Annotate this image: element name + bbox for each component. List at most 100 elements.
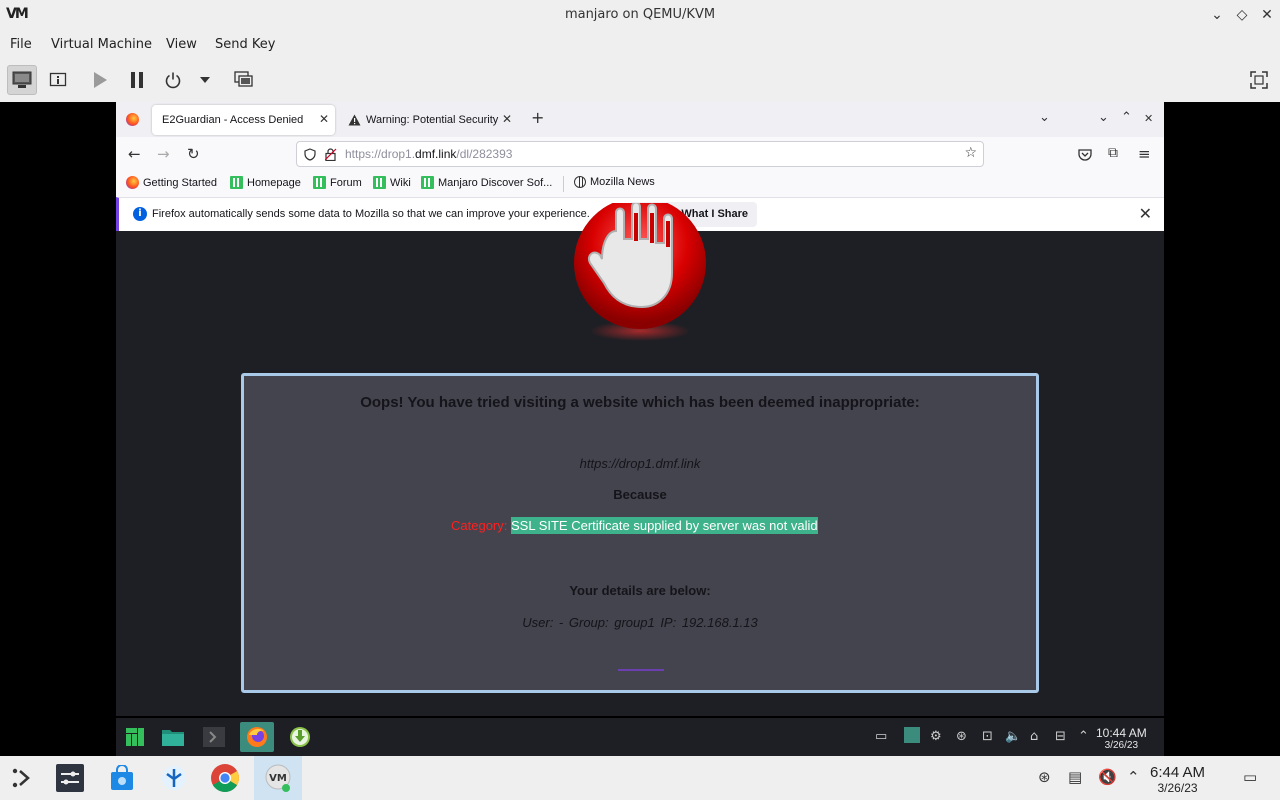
bookmark-forum[interactable]: Forum bbox=[313, 176, 362, 189]
tracking-shield-icon[interactable] bbox=[304, 148, 316, 161]
ff-close-icon[interactable]: ✕ bbox=[1144, 112, 1153, 125]
bookmark-star-icon[interactable]: ☆ bbox=[964, 145, 977, 161]
ff-minimize-icon[interactable]: ⌄ bbox=[1098, 110, 1109, 125]
system-settings-button[interactable] bbox=[54, 762, 86, 794]
url-text: https://drop1.dmf.link/dl/282393 bbox=[345, 147, 513, 161]
download-icon bbox=[290, 727, 310, 747]
host-menubar: File Virtual Machine View Send Key bbox=[0, 30, 1280, 58]
tab-access-denied[interactable]: E2Guardian - Access Denied ✕ bbox=[152, 105, 335, 135]
host-time: 6:44 AM bbox=[1150, 764, 1206, 781]
manjaro-icon bbox=[421, 176, 434, 189]
terminal-icon bbox=[203, 727, 225, 747]
tab-close-icon[interactable]: ✕ bbox=[502, 112, 512, 126]
updates-icon[interactable]: ⊛ bbox=[1038, 768, 1051, 786]
firefox-icon bbox=[247, 727, 267, 747]
tray-expand-icon[interactable]: ⌃ bbox=[1078, 729, 1089, 744]
lock-warning-icon[interactable] bbox=[325, 148, 337, 161]
app-icon bbox=[162, 766, 186, 790]
manjaro-icon bbox=[313, 176, 326, 189]
reload-icon[interactable]: ↻ bbox=[187, 145, 200, 163]
url-bar[interactable]: https://drop1.dmf.link/dl/282393 ☆ bbox=[296, 141, 984, 167]
folder-icon bbox=[162, 730, 184, 746]
volume-icon[interactable]: 🔈 bbox=[1005, 729, 1021, 744]
new-tab-icon[interactable]: + bbox=[531, 108, 544, 127]
terminal-button[interactable] bbox=[197, 722, 231, 752]
usb-device-icon[interactable]: ⌂ bbox=[1030, 729, 1038, 744]
bookmark-wiki[interactable]: Wiki bbox=[373, 176, 411, 189]
minimize-icon[interactable]: ⌄ bbox=[1206, 4, 1228, 26]
update-manager-button[interactable] bbox=[283, 722, 317, 752]
bookmark-mozilla-news[interactable]: Mozilla News bbox=[574, 176, 655, 188]
manjaro-icon bbox=[126, 728, 144, 746]
chrome-button[interactable] bbox=[209, 762, 241, 794]
manjaro-menu-button[interactable] bbox=[118, 722, 152, 752]
host-clock[interactable]: 6:44 AM 3/26/23 bbox=[1150, 764, 1205, 795]
close-icon[interactable]: ✕ bbox=[1256, 4, 1278, 26]
manjaro-icon bbox=[230, 176, 243, 189]
maximize-icon[interactable]: ◇ bbox=[1231, 4, 1253, 26]
info-icon bbox=[49, 72, 67, 87]
extensions-icon[interactable]: ⧉ bbox=[1108, 145, 1118, 161]
access-denied-panel: Oops! You have tried visiting a website … bbox=[241, 373, 1039, 693]
tray-expand-icon[interactable]: ⌃ bbox=[1127, 768, 1140, 786]
show-desktop-icon[interactable]: ▭ bbox=[875, 729, 887, 744]
bookmark-manjaro-discover[interactable]: Manjaro Discover Sof... bbox=[421, 176, 552, 189]
discover-button[interactable] bbox=[106, 762, 138, 794]
shutdown-button[interactable] bbox=[158, 65, 188, 95]
denied-heading: Oops! You have tried visiting a website … bbox=[360, 394, 920, 411]
notification-close-icon[interactable]: ✕ bbox=[1139, 204, 1152, 223]
menu-view[interactable]: View bbox=[166, 37, 197, 52]
guest-clock[interactable]: 10:44 AM 3/26/23 bbox=[1096, 726, 1147, 751]
clipboard-icon[interactable]: ▤ bbox=[1068, 768, 1082, 786]
ff-maximize-icon[interactable]: ⌃ bbox=[1121, 110, 1132, 125]
manjaro-icon bbox=[373, 176, 386, 189]
play-icon bbox=[94, 72, 107, 88]
pause-button[interactable] bbox=[122, 65, 152, 95]
tab-close-icon[interactable]: ✕ bbox=[319, 112, 329, 126]
volume-muted-icon[interactable]: 🔇 bbox=[1098, 768, 1117, 786]
guest-time: 10:44 AM bbox=[1096, 726, 1147, 740]
snapshots-button[interactable] bbox=[229, 65, 259, 95]
console-view-button[interactable] bbox=[7, 65, 37, 95]
back-icon[interactable]: ← bbox=[128, 145, 141, 163]
block-reason[interactable]: Category: SSL SITE Certificate supplied … bbox=[451, 517, 818, 534]
show-desktop-icon[interactable]: ▭ bbox=[1243, 768, 1257, 786]
pocket-icon[interactable] bbox=[1078, 148, 1092, 162]
update-notifier-icon[interactable]: ⊛ bbox=[956, 729, 967, 744]
window-title: manjaro on QEMU/KVM bbox=[564, 7, 716, 22]
host-date: 3/26/23 bbox=[1157, 781, 1198, 795]
chrome-icon bbox=[211, 764, 239, 792]
app-menu-icon[interactable]: ≡ bbox=[1138, 145, 1151, 163]
blocked-url: https://drop1.dmf.link bbox=[579, 456, 701, 471]
notification-text: Firefox automatically sends some data to… bbox=[152, 208, 590, 220]
app-launcher-button[interactable] bbox=[6, 762, 38, 794]
run-button[interactable] bbox=[85, 65, 115, 95]
details-view-button[interactable] bbox=[43, 65, 73, 95]
file-manager-button[interactable] bbox=[156, 722, 190, 752]
clipboard-icon[interactable] bbox=[903, 726, 921, 748]
tab-security-warning[interactable]: Warning: Potential Security ✕ bbox=[338, 105, 518, 135]
fullscreen-button[interactable] bbox=[1244, 65, 1274, 95]
console-icon[interactable]: ⊡ bbox=[982, 729, 993, 744]
menu-file[interactable]: File bbox=[10, 37, 32, 52]
fullscreen-icon bbox=[1250, 71, 1268, 89]
panel-link[interactable] bbox=[618, 669, 664, 671]
firefox-taskbar-button[interactable] bbox=[240, 722, 274, 752]
power-icon bbox=[165, 72, 181, 89]
store-bag-icon bbox=[111, 765, 133, 790]
network-icon[interactable]: ⊟ bbox=[1055, 729, 1066, 744]
category-label: Category: bbox=[451, 518, 508, 533]
list-tabs-icon[interactable]: ⌄ bbox=[1039, 110, 1050, 125]
firefox-view-icon[interactable] bbox=[126, 113, 139, 126]
app-button[interactable] bbox=[158, 762, 190, 794]
bookmark-homepage[interactable]: Homepage bbox=[230, 176, 301, 189]
bookmark-getting-started[interactable]: Getting Started bbox=[126, 176, 217, 189]
menu-send-key[interactable]: Send Key bbox=[215, 37, 275, 52]
menu-virtual-machine[interactable]: Virtual Machine bbox=[51, 37, 152, 52]
monitor-icon bbox=[12, 71, 32, 88]
shutdown-menu-button[interactable] bbox=[190, 65, 220, 95]
virt-manager-taskbar-button[interactable]: VM bbox=[254, 756, 302, 800]
network-settings-icon[interactable]: ⚙ bbox=[930, 729, 942, 744]
forward-icon[interactable]: → bbox=[157, 145, 170, 163]
reason-text: SSL SITE Certificate supplied by server … bbox=[511, 517, 818, 534]
